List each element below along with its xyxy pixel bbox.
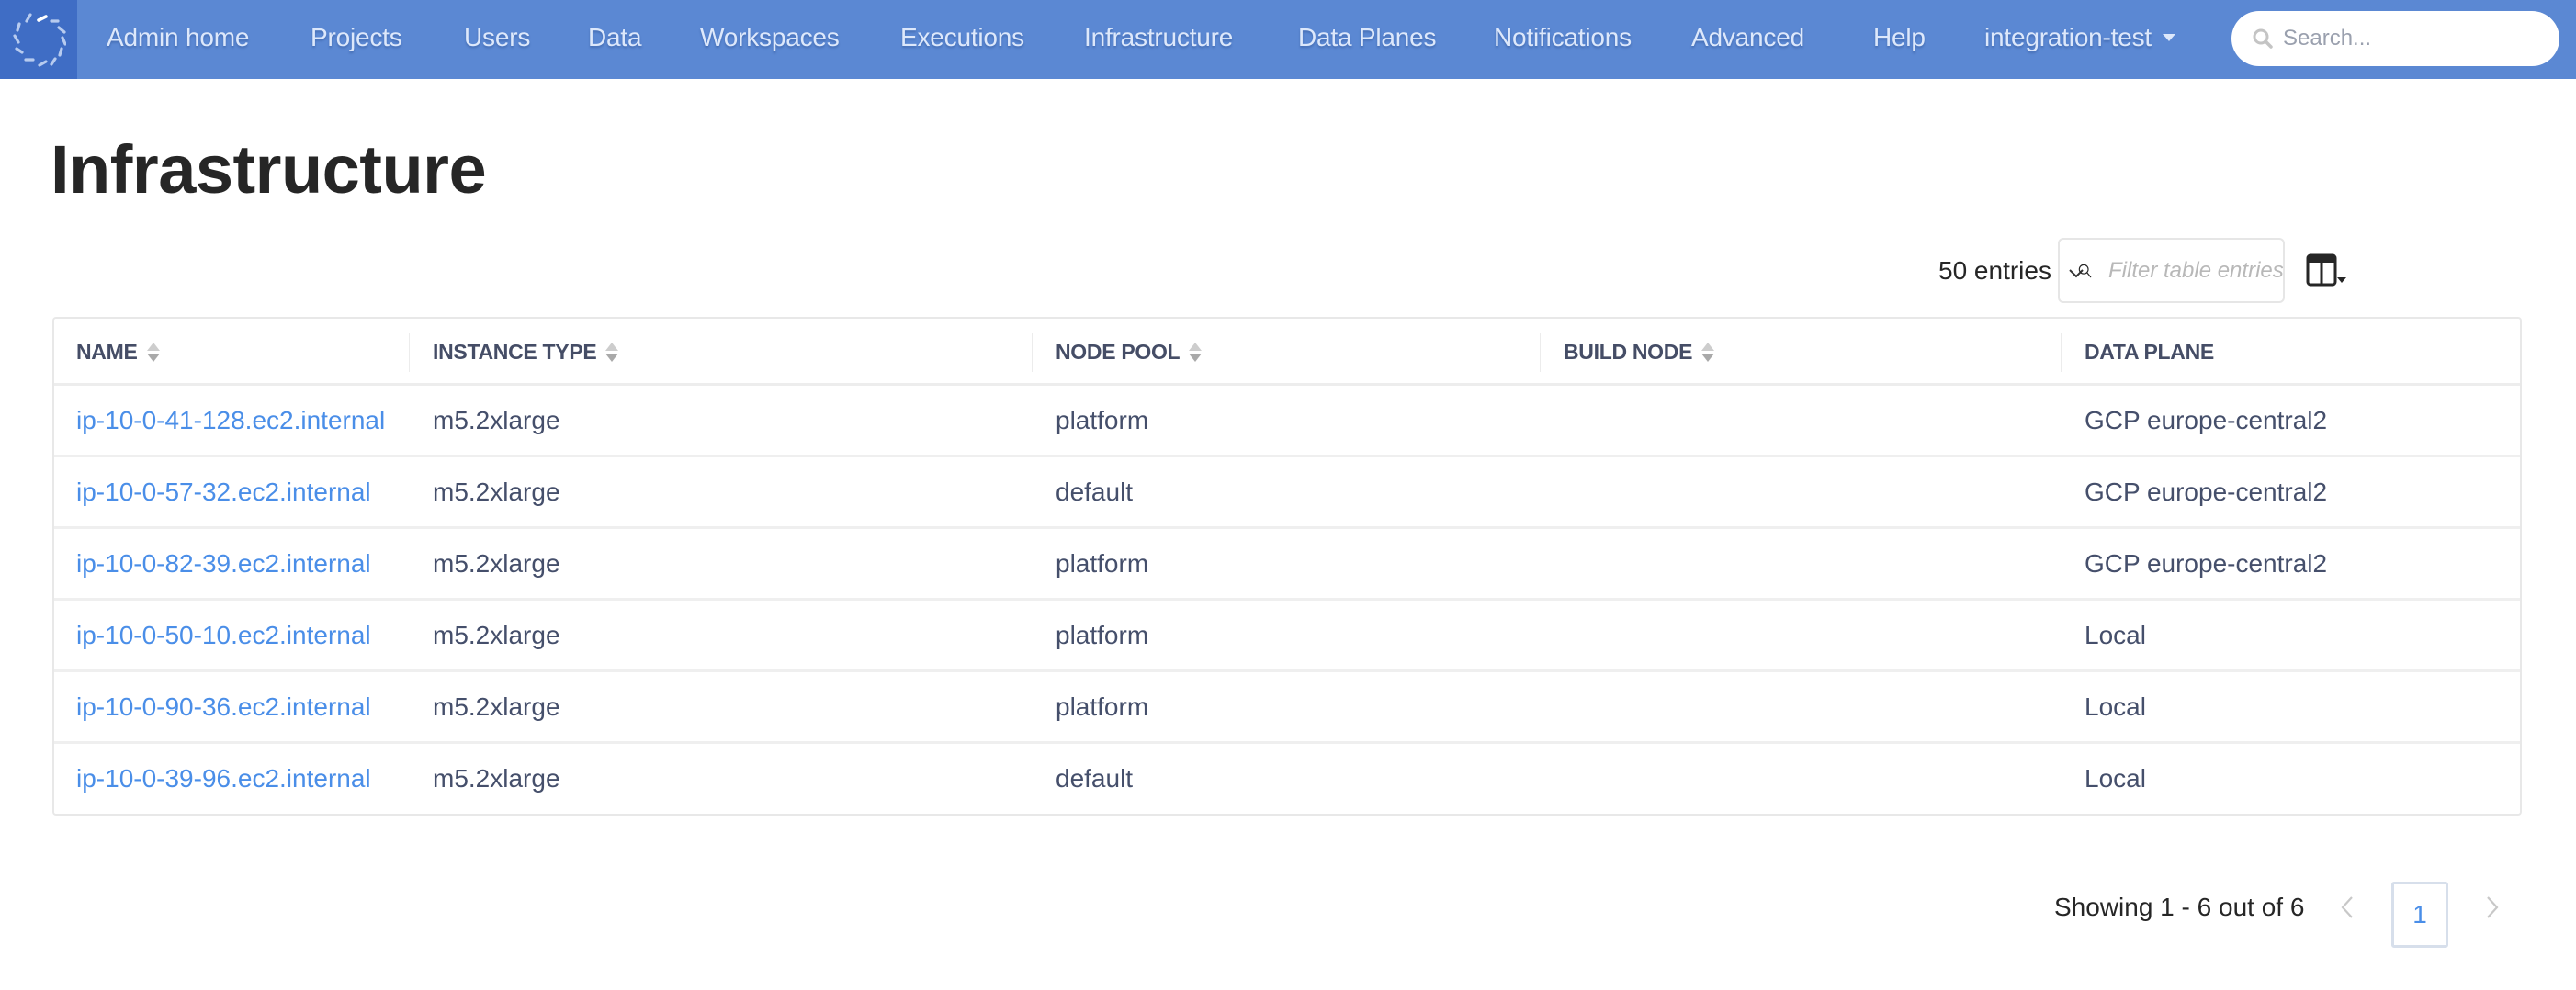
table-row: ip-10-0-82-39.ec2.internal m5.2xlarge pl… — [54, 529, 2520, 601]
infrastructure-table: NAME INSTANCE TYPE NODE POOL BUILD NODE … — [52, 317, 2522, 816]
logo[interactable] — [0, 0, 77, 79]
instance-type-cell: m5.2xlarge — [433, 692, 560, 721]
node-name-link[interactable]: ip-10-0-90-36.ec2.internal — [76, 672, 371, 741]
table-row: ip-10-0-50-10.ec2.internal m5.2xlarge pl… — [54, 601, 2520, 672]
column-header-label: INSTANCE TYPE — [433, 340, 597, 364]
nav-projects[interactable]: Projects — [311, 0, 402, 79]
data-plane-cell: GCP europe-central2 — [2085, 405, 2328, 434]
table-filter-input[interactable] — [2108, 257, 2283, 284]
nav-infrastructure[interactable]: Infrastructure — [1084, 0, 1233, 79]
node-name-link[interactable]: ip-10-0-39-96.ec2.internal — [76, 744, 371, 813]
node-name-link[interactable]: ip-10-0-50-10.ec2.internal — [76, 601, 371, 669]
pagination-summary: Showing 1 - 6 out of 6 — [2054, 893, 2305, 921]
column-divider — [2061, 333, 2062, 372]
table-row: ip-10-0-39-96.ec2.internal m5.2xlarge de… — [54, 744, 2520, 814]
previous-page-button[interactable] — [2333, 894, 2361, 921]
node-pool-cell: default — [1056, 763, 1134, 793]
data-plane-cell: GCP europe-central2 — [2085, 477, 2328, 506]
data-plane-cell: Local — [2085, 692, 2146, 721]
column-toggle-button[interactable] — [2306, 253, 2348, 290]
sort-icon[interactable] — [1701, 343, 1715, 362]
column-divider — [1032, 333, 1033, 372]
org-dropdown[interactable]: integration-test — [1984, 0, 2176, 79]
spinner-logo-icon — [13, 13, 66, 67]
caret-down-icon — [2163, 33, 2176, 41]
instance-type-cell: m5.2xlarge — [433, 477, 560, 506]
column-divider — [409, 333, 410, 372]
table-body: ip-10-0-41-128.ec2.internal m5.2xlarge p… — [54, 386, 2520, 814]
nav-notifications[interactable]: Notifications — [1494, 0, 1632, 79]
node-name-link[interactable]: ip-10-0-41-128.ec2.internal — [76, 386, 385, 455]
column-header-build-node[interactable]: BUILD NODE — [1564, 319, 1715, 386]
nav-admin-home[interactable]: Admin home — [107, 0, 249, 79]
nav-advanced[interactable]: Advanced — [1691, 0, 1804, 79]
top-nav: Admin home Projects Users Data Workspace… — [0, 0, 2576, 79]
next-page-button[interactable] — [2479, 894, 2506, 921]
entries-per-page-label: 50 entries — [1938, 256, 2051, 285]
node-pool-cell: default — [1056, 477, 1134, 506]
column-header-node-pool[interactable]: NODE POOL — [1056, 319, 1203, 386]
nav-executions[interactable]: Executions — [900, 0, 1024, 79]
global-search-input[interactable] — [2283, 26, 2540, 51]
search-icon — [2253, 28, 2273, 49]
table-row: ip-10-0-41-128.ec2.internal m5.2xlarge p… — [54, 386, 2520, 457]
instance-type-cell: m5.2xlarge — [433, 763, 560, 793]
column-header-instance-type[interactable]: INSTANCE TYPE — [433, 319, 619, 386]
data-plane-cell: Local — [2085, 620, 2146, 649]
columns-icon — [2306, 253, 2346, 287]
table-filter[interactable] — [2058, 238, 2285, 303]
column-header-name[interactable]: NAME — [76, 319, 160, 386]
nav-data[interactable]: Data — [588, 0, 642, 79]
table-header: NAME INSTANCE TYPE NODE POOL BUILD NODE … — [54, 319, 2520, 386]
sort-icon[interactable] — [1189, 343, 1203, 362]
org-dropdown-label: integration-test — [1984, 23, 2152, 51]
node-pool-cell: platform — [1056, 405, 1149, 434]
global-search[interactable] — [2231, 11, 2559, 66]
data-plane-cell: GCP europe-central2 — [2085, 548, 2328, 578]
page-1-button[interactable]: 1 — [2391, 882, 2448, 948]
column-header-label: BUILD NODE — [1564, 340, 1693, 364]
nav-data-planes[interactable]: Data Planes — [1298, 0, 1437, 79]
search-icon — [2078, 264, 2092, 277]
node-name-link[interactable]: ip-10-0-82-39.ec2.internal — [76, 529, 371, 598]
column-header-label: NAME — [76, 340, 138, 364]
instance-type-cell: m5.2xlarge — [433, 405, 560, 434]
chevron-right-icon — [2487, 896, 2499, 918]
node-pool-cell: platform — [1056, 692, 1149, 721]
node-pool-cell: platform — [1056, 620, 1149, 649]
data-plane-cell: Local — [2085, 763, 2146, 793]
instance-type-cell: m5.2xlarge — [433, 548, 560, 578]
sort-icon[interactable] — [605, 343, 619, 362]
sort-icon[interactable] — [146, 343, 160, 362]
chevron-left-icon — [2341, 896, 2353, 918]
column-header-data-plane: DATA PLANE — [2085, 319, 2214, 386]
nav-help[interactable]: Help — [1873, 0, 1926, 79]
table-row: ip-10-0-57-32.ec2.internal m5.2xlarge de… — [54, 457, 2520, 529]
column-header-label: DATA PLANE — [2085, 340, 2214, 364]
column-divider — [1540, 333, 1541, 372]
instance-type-cell: m5.2xlarge — [433, 620, 560, 649]
node-pool-cell: platform — [1056, 548, 1149, 578]
nav-workspaces[interactable]: Workspaces — [700, 0, 840, 79]
node-name-link[interactable]: ip-10-0-57-32.ec2.internal — [76, 457, 371, 526]
table-row: ip-10-0-90-36.ec2.internal m5.2xlarge pl… — [54, 672, 2520, 744]
page-title: Infrastructure — [51, 131, 487, 208]
nav-users[interactable]: Users — [464, 0, 530, 79]
column-header-label: NODE POOL — [1056, 340, 1181, 364]
